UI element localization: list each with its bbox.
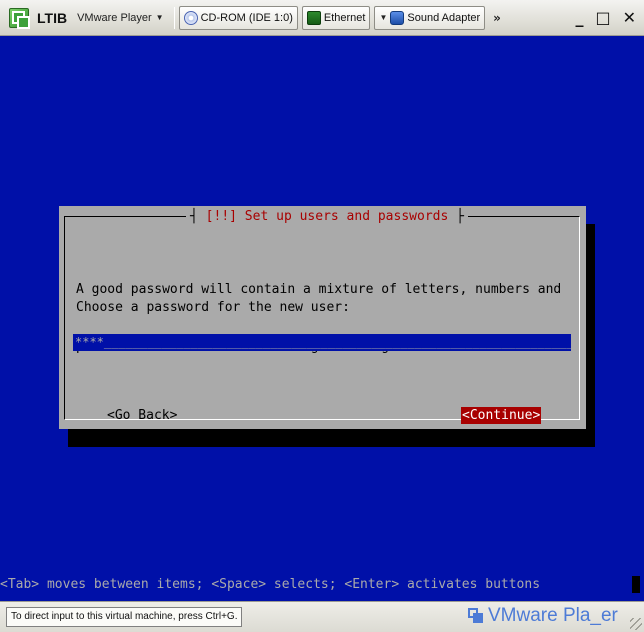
maximize-button[interactable]: □ xyxy=(595,8,610,27)
cd-rom-label: CD-ROM (IDE 1:0) xyxy=(200,11,293,24)
password-field-fill: ________________________________________… xyxy=(103,335,571,349)
player-menu-label: VMware Player xyxy=(77,11,152,24)
status-bar: To direct input to this virtual machine,… xyxy=(0,601,644,632)
ethernet-device-button[interactable]: Ethernet xyxy=(301,5,371,30)
sound-adapter-label: Sound Adapter xyxy=(407,11,481,24)
brand-text: VMware Pla_er xyxy=(488,605,618,626)
vmware-app-icon xyxy=(9,7,30,29)
dialog-title-text: [!!] Set up users and passwords xyxy=(205,208,449,224)
status-message: To direct input to this virtual machine,… xyxy=(6,607,243,627)
chevron-down-icon: ▼ xyxy=(379,13,388,22)
vm-console-screen[interactable]: ┤ [!!] Set up users and passwords ├ A go… xyxy=(0,36,644,601)
password-prompt: Choose a password for the new user: xyxy=(76,300,350,315)
go-back-button[interactable]: <Go Back> xyxy=(107,408,177,423)
vmware-player-brand: VMware Pla_er xyxy=(468,605,618,627)
resize-grip-icon[interactable] xyxy=(630,618,642,630)
console-cursor xyxy=(632,576,640,593)
window-controls: _ □ ✕ xyxy=(575,8,636,27)
ethernet-label: Ethernet xyxy=(323,11,366,24)
minimize-button[interactable]: _ xyxy=(575,8,583,27)
dialog-title: ┤ [!!] Set up users and passwords ├ xyxy=(186,206,468,226)
dialog-body: A good password will contain a mixture o… xyxy=(76,242,576,394)
password-input[interactable]: ****____________________________________… xyxy=(73,334,571,351)
vm-name: LTIB xyxy=(37,9,68,26)
installer-dialog: ┤ [!!] Set up users and passwords ├ A go… xyxy=(59,206,586,429)
more-devices-button[interactable]: » xyxy=(493,11,501,25)
vmware-player-menu[interactable]: VMware Player ▼ xyxy=(77,12,164,24)
close-button[interactable]: ✕ xyxy=(623,8,636,27)
chevron-down-icon: ▼ xyxy=(155,13,164,22)
vmware-logo-icon xyxy=(468,608,484,624)
continue-button[interactable]: <Continue> xyxy=(461,407,542,424)
ethernet-icon xyxy=(306,10,321,25)
dialog-body-line: A good password will contain a mixture o… xyxy=(76,282,562,297)
password-mask: **** xyxy=(75,335,104,349)
keyboard-help-line: <Tab> moves between items; <Space> selec… xyxy=(0,577,541,592)
toolbar-separator xyxy=(173,6,175,29)
title-bar: LTIB VMware Player ▼ CD-ROM (IDE 1:0) Et… xyxy=(0,0,644,36)
cd-rom-icon xyxy=(183,10,198,25)
sound-adapter-icon xyxy=(390,10,405,25)
cd-rom-device-button[interactable]: CD-ROM (IDE 1:0) xyxy=(178,5,298,30)
sound-adapter-device-button[interactable]: ▼ Sound Adapter xyxy=(374,5,486,30)
